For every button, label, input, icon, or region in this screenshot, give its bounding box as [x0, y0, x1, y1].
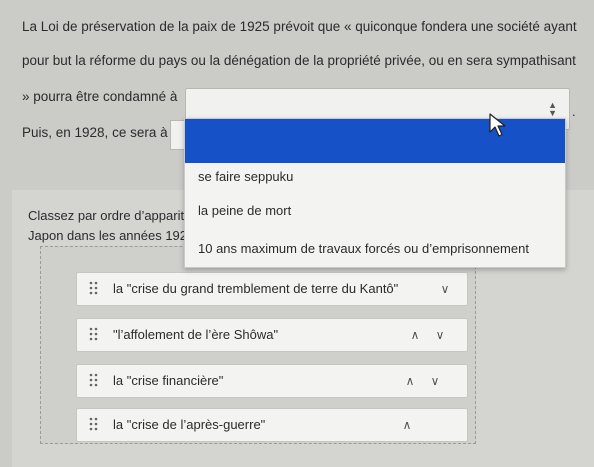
drag-handle-icon[interactable]	[89, 281, 99, 295]
sort-item[interactable]: la "crise du grand tremblement de terre …	[76, 272, 468, 306]
sort-item-label: la "crise de l’après-guerre"	[113, 417, 266, 432]
penalty-dropdown-menu[interactable]: se faire seppuku la peine de mort 10 ans…	[184, 118, 566, 268]
sentence-period: .	[572, 104, 576, 119]
move-up-icon[interactable]: ∧	[399, 417, 415, 433]
dropdown-option[interactable]: 10 ans maximum de travaux forcés ou d’em…	[198, 241, 529, 256]
question-line-1: La Loi de préservation de la paix de 192…	[22, 19, 577, 34]
question-line-4: Puis, en 1928, ce sera à	[22, 125, 168, 140]
sort-instruction-line-1: Classez par ordre d’apparit	[28, 208, 185, 223]
sort-item[interactable]: la "crise de l’après-guerre" ∧	[76, 408, 468, 442]
move-down-icon[interactable]: ∨	[432, 327, 448, 343]
move-down-icon[interactable]: ∨	[437, 281, 453, 297]
question-line-3: » pourra être condamné à	[22, 89, 178, 104]
select-arrows-icon: ▲ ▼	[548, 100, 557, 118]
sort-item-label: la "crise financière"	[113, 373, 224, 388]
penalty-1928-select[interactable]	[170, 120, 185, 150]
move-up-icon[interactable]: ∧	[407, 327, 423, 343]
sort-item[interactable]: la "crise financière" ∧ ∨	[76, 364, 468, 398]
drag-handle-icon[interactable]	[89, 373, 99, 387]
sort-item-label: la "crise du grand tremblement de terre …	[113, 281, 399, 296]
drag-handle-icon[interactable]	[89, 417, 99, 431]
sort-item[interactable]: "l’affolement de l’ère Shôwa" ∧ ∨	[76, 318, 468, 352]
move-down-icon[interactable]: ∨	[427, 373, 443, 389]
move-up-icon[interactable]: ∧	[402, 373, 418, 389]
drag-handle-icon[interactable]	[89, 327, 99, 341]
question-line-2: pour but la réforme du pays ou la dénéga…	[22, 53, 576, 68]
dropdown-option[interactable]: la peine de mort	[198, 203, 291, 218]
mouse-cursor-icon	[489, 113, 506, 137]
sort-instruction-line-2: Japon dans les années 192	[28, 228, 188, 243]
sort-item-label: "l’affolement de l’ère Shôwa"	[113, 327, 279, 342]
dropdown-option[interactable]: se faire seppuku	[198, 169, 293, 184]
